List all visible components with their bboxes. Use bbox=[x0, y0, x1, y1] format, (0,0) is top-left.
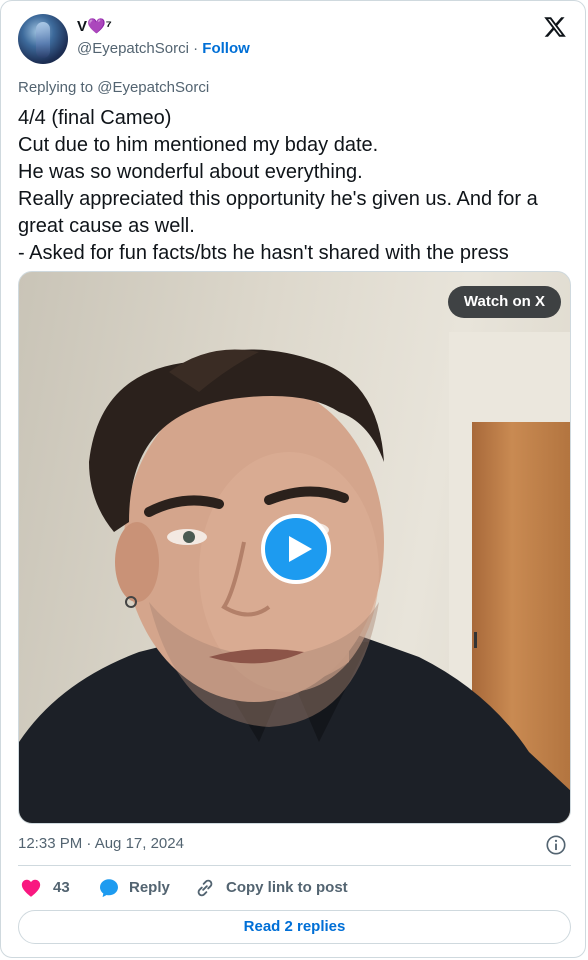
user-handle[interactable]: @EyepatchSorci bbox=[77, 40, 189, 57]
play-button[interactable] bbox=[261, 514, 331, 584]
divider bbox=[18, 865, 571, 866]
x-logo-icon[interactable] bbox=[543, 15, 567, 39]
avatar[interactable] bbox=[18, 14, 68, 64]
link-icon bbox=[197, 879, 213, 897]
replying-to[interactable]: Replying to @EyepatchSorci bbox=[18, 78, 209, 98]
handle-row: @EyepatchSorci · Follow bbox=[77, 39, 250, 59]
play-icon bbox=[289, 536, 312, 562]
follow-button[interactable]: Follow bbox=[202, 40, 250, 57]
separator-dot: · bbox=[193, 40, 199, 57]
post-timestamp[interactable]: 12:33 PM · Aug 17, 2024 bbox=[18, 834, 184, 854]
tweet-card[interactable]: V💜⁷ @EyepatchSorci · Follow Replying to … bbox=[0, 0, 586, 958]
reply-bubble-icon bbox=[100, 879, 118, 898]
read-replies-button[interactable]: Read 2 replies bbox=[18, 910, 571, 944]
reply-label: Reply bbox=[129, 879, 170, 896]
video-player[interactable]: Watch on X bbox=[18, 271, 571, 824]
tweet-text: 4/4 (final Cameo) Cut due to him mention… bbox=[18, 107, 538, 264]
heart-icon bbox=[21, 879, 41, 897]
like-count: 43 bbox=[53, 879, 70, 896]
info-icon[interactable] bbox=[545, 834, 567, 856]
display-name[interactable]: V💜⁷ bbox=[77, 17, 112, 37]
copy-link-label: Copy link to post bbox=[226, 879, 348, 896]
watch-on-x-button[interactable]: Watch on X bbox=[447, 286, 561, 318]
